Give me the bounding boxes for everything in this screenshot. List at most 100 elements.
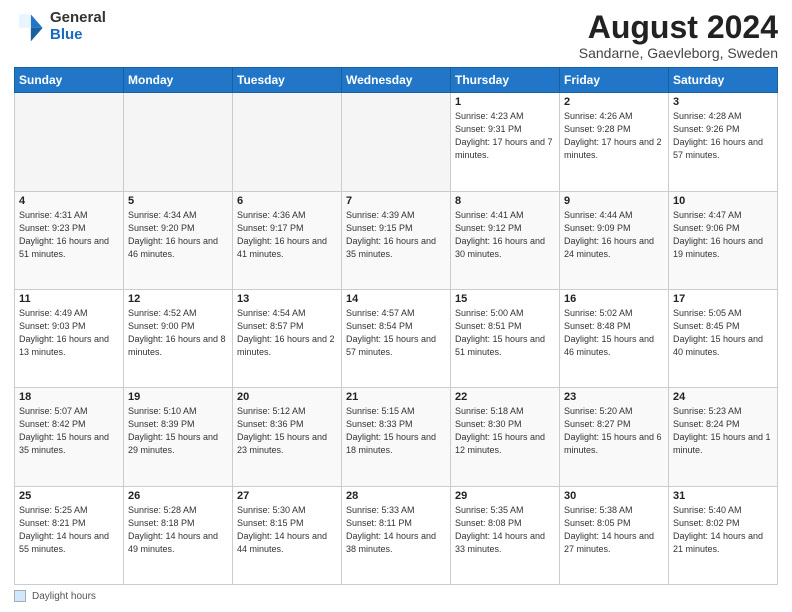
day-info: Sunrise: 5:28 AM Sunset: 8:18 PM Dayligh… — [128, 504, 228, 556]
calendar-cell: 29Sunrise: 5:35 AM Sunset: 8:08 PM Dayli… — [451, 486, 560, 584]
day-info: Sunrise: 5:05 AM Sunset: 8:45 PM Dayligh… — [673, 307, 773, 359]
day-info: Sunrise: 4:34 AM Sunset: 9:20 PM Dayligh… — [128, 209, 228, 261]
day-info: Sunrise: 4:31 AM Sunset: 9:23 PM Dayligh… — [19, 209, 119, 261]
footer: Daylight hours — [14, 590, 778, 602]
day-info: Sunrise: 4:47 AM Sunset: 9:06 PM Dayligh… — [673, 209, 773, 261]
day-number: 4 — [19, 195, 119, 207]
day-number: 2 — [564, 96, 664, 108]
calendar-week-row: 4 Sunrise: 4:31 AM Sunset: 9:23 PM Daylig… — [15, 191, 778, 289]
day-info: Sunrise: 5:07 AM Sunset: 8:42 PM Dayligh… — [19, 405, 119, 457]
day-number: 27 — [237, 490, 337, 502]
day-number: 21 — [346, 391, 446, 403]
calendar-cell: 1Sunrise: 4:23 AM Sunset: 9:31 PM Daylig… — [451, 93, 560, 191]
day-number: 29 — [455, 490, 555, 502]
day-info: Sunrise: 5:10 AM Sunset: 8:39 PM Dayligh… — [128, 405, 228, 457]
day-number: 25 — [19, 490, 119, 502]
day-number: 11 — [19, 293, 119, 305]
day-info: Sunrise: 5:38 AM Sunset: 8:05 PM Dayligh… — [564, 504, 664, 556]
calendar-cell: 15Sunrise: 5:00 AM Sunset: 8:51 PM Dayli… — [451, 289, 560, 387]
calendar-cell: 16 Sunrise: 5:02 AM Sunset: 8:48 PM Dayli… — [560, 289, 669, 387]
calendar-cell: 19 Sunrise: 5:10 AM Sunset: 8:39 PM Dayli… — [124, 388, 233, 486]
day-info: Sunrise: 4:44 AM Sunset: 9:09 PM Dayligh… — [564, 209, 664, 261]
day-info: Sunrise: 4:41 AM Sunset: 9:12 PM Dayligh… — [455, 209, 555, 261]
calendar-week-row: 18 Sunrise: 5:07 AM Sunset: 8:42 PM Dayli… — [15, 388, 778, 486]
header: General Blue August 2024 Sandarne, Gaevl… — [14, 10, 778, 61]
day-number: 26 — [128, 490, 228, 502]
calendar-cell: 17 Sunrise: 5:05 AM Sunset: 8:45 PM Dayli… — [669, 289, 778, 387]
calendar-cell: 24Sunrise: 5:23 AM Sunset: 8:24 PM Dayli… — [669, 388, 778, 486]
day-number: 8 — [455, 195, 555, 207]
calendar-cell: 18 Sunrise: 5:07 AM Sunset: 8:42 PM Dayli… — [15, 388, 124, 486]
calendar-cell: 26 Sunrise: 5:28 AM Sunset: 8:18 PM Dayli… — [124, 486, 233, 584]
calendar-cell: 31Sunrise: 5:40 AM Sunset: 8:02 PM Dayli… — [669, 486, 778, 584]
day-number: 3 — [673, 96, 773, 108]
calendar-cell — [342, 93, 451, 191]
calendar-cell: 7 Sunrise: 4:39 AM Sunset: 9:15 PM Daylig… — [342, 191, 451, 289]
calendar-table: SundayMondayTuesdayWednesdayThursdayFrid… — [14, 67, 778, 585]
day-info: Sunrise: 5:15 AM Sunset: 8:33 PM Dayligh… — [346, 405, 446, 457]
day-info: Sunrise: 5:20 AM Sunset: 8:27 PM Dayligh… — [564, 405, 664, 457]
day-info: Sunrise: 4:57 AM Sunset: 8:54 PM Dayligh… — [346, 307, 446, 359]
day-info: Sunrise: 5:23 AM Sunset: 8:24 PM Dayligh… — [673, 405, 773, 457]
day-number: 22 — [455, 391, 555, 403]
day-number: 5 — [128, 195, 228, 207]
calendar-cell — [233, 93, 342, 191]
day-number: 13 — [237, 293, 337, 305]
calendar-week-row: 11 Sunrise: 4:49 AM Sunset: 9:03 PM Dayli… — [15, 289, 778, 387]
day-info: Sunrise: 5:33 AM Sunset: 8:11 PM Dayligh… — [346, 504, 446, 556]
day-number: 7 — [346, 195, 446, 207]
calendar-cell: 30 Sunrise: 5:38 AM Sunset: 8:05 PM Dayli… — [560, 486, 669, 584]
day-number: 31 — [673, 490, 773, 502]
day-info: Sunrise: 5:02 AM Sunset: 8:48 PM Dayligh… — [564, 307, 664, 359]
calendar-cell: 13Sunrise: 4:54 AM Sunset: 8:57 PM Dayli… — [233, 289, 342, 387]
logo-blue-text: Blue — [50, 27, 106, 44]
weekday-header-thursday: Thursday — [451, 68, 560, 93]
day-info: Sunrise: 4:39 AM Sunset: 9:15 PM Dayligh… — [346, 209, 446, 261]
calendar-cell: 8 Sunrise: 4:41 AM Sunset: 9:12 PM Daylig… — [451, 191, 560, 289]
day-number: 28 — [346, 490, 446, 502]
calendar-cell: 23 Sunrise: 5:20 AM Sunset: 8:27 PM Dayli… — [560, 388, 669, 486]
calendar-cell — [15, 93, 124, 191]
day-info: Sunrise: 5:25 AM Sunset: 8:21 PM Dayligh… — [19, 504, 119, 556]
calendar-cell: 9Sunrise: 4:44 AM Sunset: 9:09 PM Daylig… — [560, 191, 669, 289]
calendar-week-row: 1Sunrise: 4:23 AM Sunset: 9:31 PM Daylig… — [15, 93, 778, 191]
day-number: 16 — [564, 293, 664, 305]
subtitle: Sandarne, Gaevleborg, Sweden — [579, 45, 778, 61]
day-number: 30 — [564, 490, 664, 502]
day-info: Sunrise: 4:36 AM Sunset: 9:17 PM Dayligh… — [237, 209, 337, 261]
calendar-cell: 4 Sunrise: 4:31 AM Sunset: 9:23 PM Daylig… — [15, 191, 124, 289]
day-info: Sunrise: 5:12 AM Sunset: 8:36 PM Dayligh… — [237, 405, 337, 457]
day-number: 23 — [564, 391, 664, 403]
day-number: 19 — [128, 391, 228, 403]
day-info: Sunrise: 4:28 AM Sunset: 9:26 PM Dayligh… — [673, 110, 773, 162]
day-info: Sunrise: 4:49 AM Sunset: 9:03 PM Dayligh… — [19, 307, 119, 359]
calendar-cell: 12Sunrise: 4:52 AM Sunset: 9:00 PM Dayli… — [124, 289, 233, 387]
weekday-header-sunday: Sunday — [15, 68, 124, 93]
day-number: 10 — [673, 195, 773, 207]
calendar-cell: 3 Sunrise: 4:28 AM Sunset: 9:26 PM Daylig… — [669, 93, 778, 191]
title-block: August 2024 Sandarne, Gaevleborg, Sweden — [579, 10, 778, 61]
logo-text: General Blue — [50, 10, 106, 43]
logo-general-text: General — [50, 10, 106, 27]
logo-icon — [14, 11, 46, 43]
calendar-cell: 25 Sunrise: 5:25 AM Sunset: 8:21 PM Dayli… — [15, 486, 124, 584]
calendar-cell: 10 Sunrise: 4:47 AM Sunset: 9:06 PM Dayli… — [669, 191, 778, 289]
calendar-cell — [124, 93, 233, 191]
calendar-cell: 22 Sunrise: 5:18 AM Sunset: 8:30 PM Dayli… — [451, 388, 560, 486]
page: General Blue August 2024 Sandarne, Gaevl… — [0, 0, 792, 612]
calendar-cell: 5 Sunrise: 4:34 AM Sunset: 9:20 PM Daylig… — [124, 191, 233, 289]
main-title: August 2024 — [579, 10, 778, 45]
day-number: 15 — [455, 293, 555, 305]
weekday-header-monday: Monday — [124, 68, 233, 93]
calendar-cell: 20Sunrise: 5:12 AM Sunset: 8:36 PM Dayli… — [233, 388, 342, 486]
legend-label: Daylight hours — [32, 591, 96, 602]
legend-box — [14, 590, 26, 602]
day-number: 14 — [346, 293, 446, 305]
calendar-cell: 21 Sunrise: 5:15 AM Sunset: 8:33 PM Dayli… — [342, 388, 451, 486]
day-number: 17 — [673, 293, 773, 305]
calendar-cell: 27Sunrise: 5:30 AM Sunset: 8:15 PM Dayli… — [233, 486, 342, 584]
day-number: 18 — [19, 391, 119, 403]
weekday-header-tuesday: Tuesday — [233, 68, 342, 93]
day-info: Sunrise: 5:18 AM Sunset: 8:30 PM Dayligh… — [455, 405, 555, 457]
weekday-header-friday: Friday — [560, 68, 669, 93]
